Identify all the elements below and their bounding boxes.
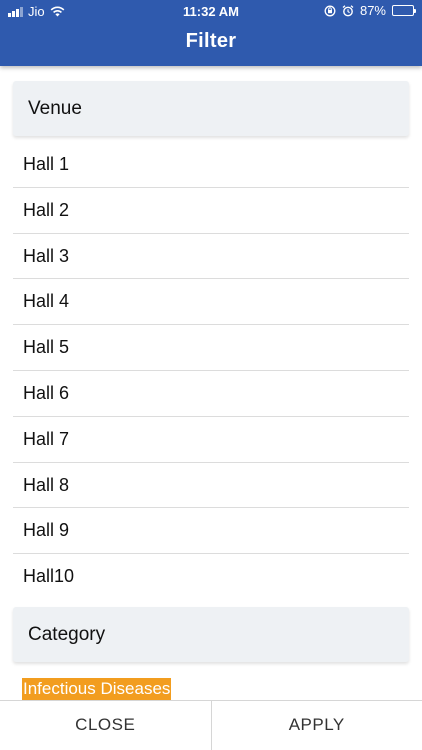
venue-item[interactable]: Hall 1 xyxy=(13,142,409,188)
filter-content[interactable]: Venue Hall 1 Hall 2 Hall 3 Hall 4 Hall 5 Hall… xyxy=(0,66,422,700)
apply-button[interactable]: APPLY xyxy=(212,701,422,750)
venue-item[interactable]: Hall 8 xyxy=(13,463,409,509)
close-button[interactable]: CLOSE xyxy=(0,701,212,750)
app-header: Jio 11:32 AM 87% Filter xyxy=(0,0,422,66)
venue-item[interactable]: Hall 3 xyxy=(13,234,409,280)
battery-icon xyxy=(392,5,416,16)
venue-item[interactable]: Hall 5 xyxy=(13,325,409,371)
venue-list: Hall 1 Hall 2 Hall 3 Hall 4 Hall 5 Hall 6 Hall… xyxy=(13,142,409,600)
venue-item[interactable]: Hall 2 xyxy=(13,188,409,234)
alarm-icon xyxy=(342,4,354,16)
category-item[interactable]: Infectious Diseases xyxy=(22,678,172,700)
page-title: Filter xyxy=(185,30,237,52)
venue-section-header[interactable]: Venue xyxy=(13,81,409,136)
status-right: 87% xyxy=(324,3,416,18)
status-bar: Jio 11:32 AM 87% xyxy=(0,0,422,22)
footer-bar: CLOSE APPLY xyxy=(0,700,422,750)
battery-percent: 87% xyxy=(359,3,386,18)
venue-item[interactable]: Hall 4 xyxy=(13,279,409,326)
category-section-header[interactable]: Category xyxy=(13,607,409,662)
venue-item[interactable]: Hall 6 xyxy=(13,371,409,417)
category-list: Infectious Diseases xyxy=(22,678,172,700)
rotation-lock-icon xyxy=(324,5,336,16)
venue-item[interactable]: Hall 7 xyxy=(13,417,409,463)
venue-item[interactable]: Hall10 xyxy=(13,554,409,600)
venue-item[interactable]: Hall 9 xyxy=(13,508,409,555)
